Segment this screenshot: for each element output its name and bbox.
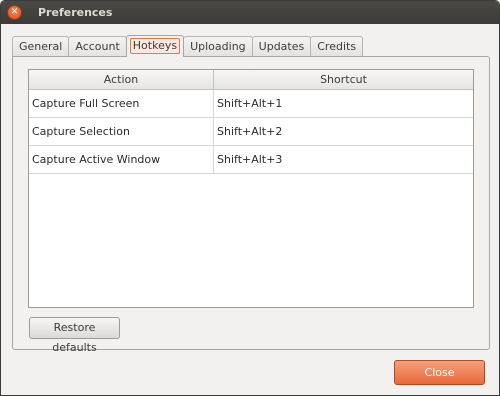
tab-uploading[interactable]: Uploading	[183, 36, 253, 57]
tab-label: Account	[75, 40, 120, 53]
column-header-action[interactable]: Action	[29, 70, 214, 89]
table-header: Action Shortcut	[29, 70, 473, 90]
hotkeys-table: Action Shortcut Capture Full Screen Shif…	[28, 69, 474, 308]
action-cell: Capture Full Screen	[29, 90, 214, 117]
column-header-shortcut[interactable]: Shortcut	[214, 70, 473, 89]
tab-bar: General Account Hotkeys Uploading Update…	[12, 35, 364, 57]
shortcut-cell[interactable]: Shift+Alt+2	[214, 118, 473, 145]
tab-account[interactable]: Account	[68, 36, 127, 57]
tab-label: Updates	[258, 40, 305, 53]
shortcut-cell[interactable]: Shift+Alt+1	[214, 90, 473, 117]
tab-label: Uploading	[190, 40, 246, 53]
shortcut-cell[interactable]: Shift+Alt+3	[214, 146, 473, 173]
hotkeys-panel: Action Shortcut Capture Full Screen Shif…	[12, 56, 490, 354]
action-cell: Capture Active Window	[29, 146, 214, 173]
restore-defaults-button[interactable]: Restore defaults	[29, 317, 120, 354]
window-title: Preferences	[38, 6, 113, 19]
tab-updates[interactable]: Updates	[251, 36, 312, 57]
title-bar[interactable]: ✕ Preferences	[1, 1, 499, 24]
close-button[interactable]: Close	[394, 360, 485, 385]
tab-label: Hotkeys	[129, 38, 181, 54]
preferences-window: ✕ Preferences General Account Hotkeys Up…	[0, 0, 500, 396]
tab-label: General	[19, 40, 63, 53]
tab-general[interactable]: General	[12, 36, 70, 57]
action-cell: Capture Selection	[29, 118, 214, 145]
table-row[interactable]: Capture Active Window Shift+Alt+3	[29, 146, 473, 174]
table-row[interactable]: Capture Selection Shift+Alt+2	[29, 118, 473, 146]
tab-label: Credits	[317, 40, 357, 53]
table-row[interactable]: Capture Full Screen Shift+Alt+1	[29, 90, 473, 118]
close-window-icon[interactable]: ✕	[7, 5, 22, 20]
tab-credits[interactable]: Credits	[310, 36, 364, 57]
tab-hotkeys[interactable]: Hotkeys	[125, 35, 185, 57]
